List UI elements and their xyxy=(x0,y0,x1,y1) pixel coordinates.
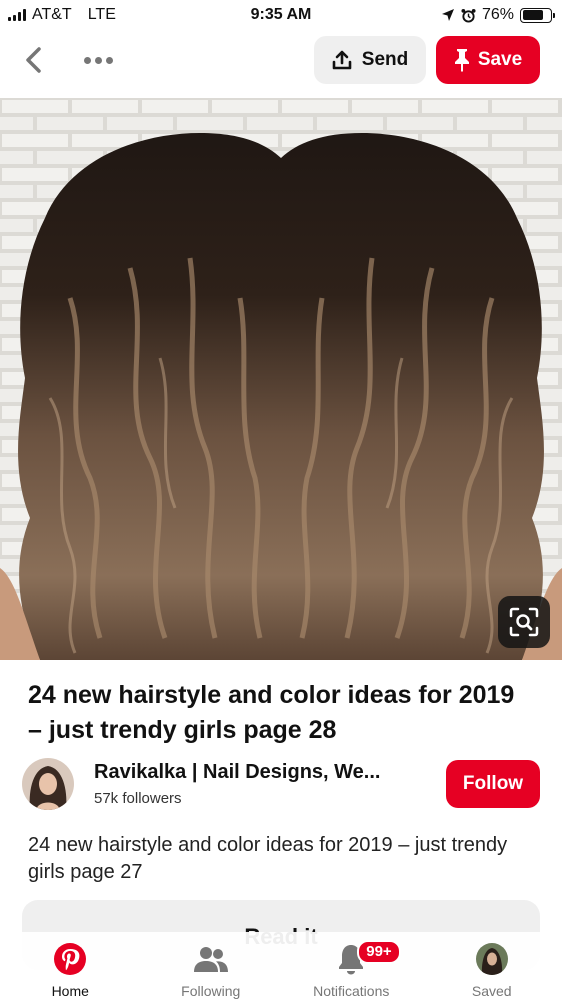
pin-image[interactable] xyxy=(0,98,562,660)
pinterest-logo-icon xyxy=(54,943,87,975)
dot-icon xyxy=(94,56,102,64)
creator-row: Ravikalka | Nail Designs, We... 57k foll… xyxy=(22,756,540,812)
battery-icon xyxy=(520,7,555,23)
people-icon xyxy=(193,947,228,972)
avatar-image xyxy=(22,758,74,810)
follower-count: 57k followers xyxy=(94,790,182,807)
nav-notifications[interactable]: 99+ Notifications xyxy=(281,932,422,1000)
alarm-icon xyxy=(461,8,476,23)
save-label: Save xyxy=(477,49,523,70)
nav-notifications-label: Notifications xyxy=(313,983,390,999)
nav-following[interactable]: Following xyxy=(141,932,282,1000)
creator-info: Ravikalka | Nail Designs, We... 57k foll… xyxy=(94,761,446,807)
battery-percent: 76% xyxy=(481,6,514,23)
bottom-nav: Home Following 99+ Notifications Saved xyxy=(0,932,562,1000)
nav-saved-label: Saved xyxy=(471,983,512,999)
nav-saved[interactable]: Saved xyxy=(422,932,562,1000)
status-bar: AT&T LTE 9:35 AM 76% xyxy=(0,0,562,30)
pushpin-icon xyxy=(454,49,469,72)
pin-top-bar: Send Save xyxy=(0,30,562,90)
location-arrow-icon xyxy=(441,9,454,21)
creator-avatar[interactable] xyxy=(22,758,74,810)
visual-search-button[interactable] xyxy=(498,596,550,648)
carrier-label: AT&T xyxy=(32,6,72,23)
send-button[interactable]: Send xyxy=(314,36,426,84)
signal-icon xyxy=(8,9,26,21)
profile-avatar xyxy=(475,943,508,975)
nav-following-label: Following xyxy=(181,983,241,999)
pin-description: 24 new hairstyle and color ideas for 201… xyxy=(28,834,508,883)
dot-icon xyxy=(83,56,91,64)
nav-home-label: Home xyxy=(51,983,89,999)
nav-home[interactable]: Home xyxy=(0,932,141,1000)
share-upload-icon xyxy=(332,50,352,70)
send-label: Send xyxy=(361,49,409,70)
creator-name[interactable]: Ravikalka | Nail Designs, We... xyxy=(94,761,424,784)
chevron-left-icon xyxy=(26,47,41,73)
more-options-button[interactable] xyxy=(78,40,118,80)
status-right: 76% xyxy=(441,6,555,24)
back-button[interactable] xyxy=(18,40,48,80)
lens-search-icon xyxy=(509,607,539,637)
status-left: AT&T LTE xyxy=(8,6,116,24)
dot-icon xyxy=(105,56,113,64)
save-button[interactable]: Save xyxy=(436,36,540,84)
network-label: LTE xyxy=(87,6,116,23)
follow-button[interactable]: Follow xyxy=(446,760,540,808)
notification-badge: 99+ xyxy=(357,940,401,964)
pin-title: 24 new hairstyle and color ideas for 201… xyxy=(28,681,515,744)
hair-photo xyxy=(0,98,562,660)
